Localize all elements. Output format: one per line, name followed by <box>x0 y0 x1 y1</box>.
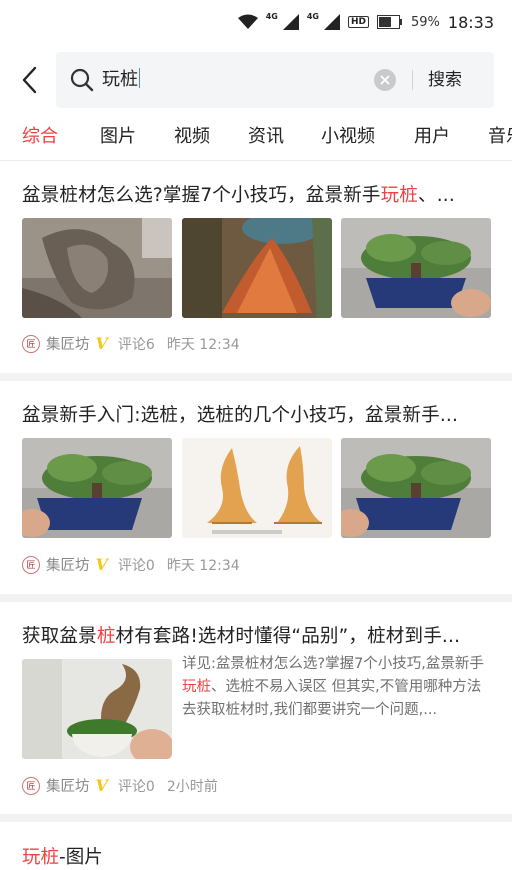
battery-percent: 59% <box>410 14 440 30</box>
title-text-end: 、... <box>418 185 455 206</box>
hd-voice-badge: HD <box>347 16 369 28</box>
tab-images[interactable]: 图片 <box>100 122 136 148</box>
result-meta: 匠 集匠坊 V 评论6 昨天 12:34 <box>22 333 240 354</box>
thumbnail-image[interactable] <box>22 218 172 318</box>
result-title[interactable]: 获取盆景桩材有套路!选材时懂得“品别”，桩材到手... <box>22 622 460 648</box>
verified-badge: V <box>95 334 108 353</box>
chevron-left-icon <box>22 66 37 94</box>
summary-text-end: 、选桩不易入误区 但其实,不管用哪种方法去获取桩材时,我们都要讲究一个问题,..… <box>182 679 482 718</box>
thumbnail-image[interactable] <box>182 438 332 538</box>
result-card[interactable]: 盆景新手入门:选桩，选桩的几个小技巧，盆景新手... 匠 集匠坊 V 评论0 昨… <box>0 381 512 594</box>
status-bar: 4G 4G HD 59% 18:33 <box>0 0 512 44</box>
title-text: 盆景桩材怎么选?掌握7个小技巧，盆景新手 <box>22 185 381 206</box>
section-title-text: -图片 <box>59 847 103 868</box>
search-divider <box>412 70 413 90</box>
wifi-icon <box>237 14 258 30</box>
comment-count: 评论0 <box>117 778 155 795</box>
comment-count: 评论0 <box>117 557 155 574</box>
section-highlight: 玩桩 <box>22 847 60 868</box>
publish-time: 昨天 12:34 <box>166 336 240 353</box>
summary-highlight: 玩桩 <box>182 679 211 695</box>
summary-text: 详见:盆景桩材怎么选?掌握7个小技巧,盆景新手 <box>182 656 484 672</box>
image-section-title[interactable]: 玩桩-图片 <box>22 843 103 869</box>
title-highlight: 桩 <box>96 626 116 647</box>
result-summary: 详见:盆景桩材怎么选?掌握7个小技巧,盆景新手玩桩、选桩不易入误区 但其实,不管… <box>182 653 492 722</box>
source-name[interactable]: 集匠坊 <box>46 775 90 796</box>
network-type-1: 4G <box>265 11 278 21</box>
source-name[interactable]: 集匠坊 <box>46 554 90 575</box>
search-box[interactable]: 玩桩 搜索 <box>56 52 494 108</box>
result-card[interactable]: 盆景桩材怎么选?掌握7个小技巧，盆景新手玩桩、... 匠 集匠坊 V 评论6 昨… <box>0 161 512 373</box>
section-separator <box>0 594 512 602</box>
search-input[interactable]: 玩桩 <box>102 68 140 92</box>
thumbnail-image[interactable] <box>182 218 332 318</box>
title-text: 获取盆景 <box>22 626 97 647</box>
section-separator <box>0 373 512 381</box>
verified-badge: V <box>95 555 108 574</box>
battery-icon <box>376 15 403 29</box>
network-type-2: 4G <box>306 11 319 21</box>
tab-users[interactable]: 用户 <box>414 122 450 148</box>
avatar[interactable]: 匠 <box>22 776 40 795</box>
thumbnail-image[interactable] <box>341 218 491 318</box>
publish-time: 昨天 12:34 <box>166 557 240 574</box>
signal-icon-2 <box>323 14 340 30</box>
result-title[interactable]: 盆景新手入门:选桩，选桩的几个小技巧，盆景新手... <box>22 401 458 427</box>
title-text-end: 材有套路!选材时懂得“品别”，桩材到手... <box>115 626 461 647</box>
clock: 18:33 <box>447 12 494 32</box>
result-meta: 匠 集匠坊 V 评论0 昨天 12:34 <box>22 554 240 575</box>
tab-comprehensive[interactable]: 综合 <box>22 122 58 148</box>
category-tabs: 综合 图片 视频 资讯 小视频 用户 音乐 <box>0 116 512 158</box>
verified-badge: V <box>95 776 108 795</box>
tab-videos[interactable]: 视频 <box>174 122 210 148</box>
signal-icon <box>282 14 299 30</box>
thumbnail-image[interactable] <box>22 438 172 538</box>
avatar[interactable]: 匠 <box>22 334 40 353</box>
title-highlight: 玩桩 <box>380 185 418 206</box>
publish-time: 2小时前 <box>166 778 218 795</box>
result-meta: 匠 集匠坊 V 评论0 2小时前 <box>22 775 218 796</box>
thumbnail-image[interactable] <box>341 438 491 538</box>
result-title[interactable]: 盆景桩材怎么选?掌握7个小技巧，盆景新手玩桩、... <box>22 181 455 207</box>
search-query: 玩桩 <box>102 69 138 90</box>
text-caret <box>139 68 140 88</box>
comment-count: 评论6 <box>117 336 155 353</box>
clear-button[interactable] <box>374 69 396 91</box>
search-icon <box>70 68 94 92</box>
tab-music[interactable]: 音乐 <box>488 122 512 148</box>
avatar[interactable]: 匠 <box>22 555 40 574</box>
section-separator <box>0 814 512 822</box>
back-button[interactable] <box>14 62 44 98</box>
source-name[interactable]: 集匠坊 <box>46 333 90 354</box>
search-button[interactable]: 搜索 <box>428 67 462 93</box>
tab-news[interactable]: 资讯 <box>248 122 284 148</box>
result-card[interactable]: 获取盆景桩材有套路!选材时懂得“品别”，桩材到手... 详见:盆景桩材怎么选?掌… <box>0 602 512 814</box>
tab-short-videos[interactable]: 小视频 <box>321 122 375 148</box>
title-text: 盆景新手入门:选桩，选桩的几个小技巧，盆景新手... <box>22 405 459 426</box>
search-header: 玩桩 搜索 <box>0 52 512 108</box>
close-icon <box>380 75 390 85</box>
thumbnail-image[interactable] <box>22 659 172 759</box>
